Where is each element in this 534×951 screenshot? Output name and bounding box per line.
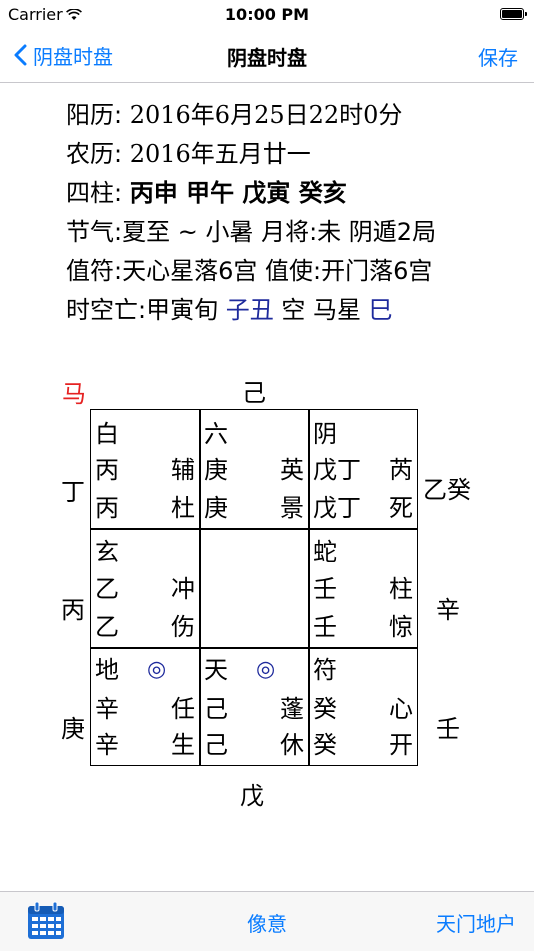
left-stem-middle: 丙: [61, 596, 85, 624]
bottom-stem: 戊: [240, 782, 264, 810]
page-title: 阴盘时盘: [227, 46, 307, 70]
palace-stem: 己: [204, 695, 228, 723]
solar-label: 阳历:: [66, 101, 130, 129]
kongwang-prefix: 时空亡:甲寅旬: [66, 296, 226, 324]
tianmen-dihu-button[interactable]: 天门地户: [436, 908, 516, 937]
save-button[interactable]: 保存: [478, 42, 518, 71]
bottom-toolbar: 像意 天门地户: [0, 891, 534, 951]
lunar-value: 2016年五月廿一: [129, 140, 311, 168]
palace-god: 玄: [95, 538, 119, 566]
solar-value: 2016年6月25日22时0分: [129, 101, 403, 129]
kongwang-value: 子丑: [225, 296, 274, 324]
chart-info: 阳历: 2016年6月25日22时0分 农历: 2016年五月廿一 四柱: 丙申…: [66, 96, 436, 330]
palace-god: 符: [313, 656, 337, 684]
palace-door: 惊: [389, 613, 413, 641]
palace-god: 天: [204, 656, 228, 684]
solar-date-row: 阳历: 2016年6月25日22时0分: [66, 96, 436, 135]
lunar-date-row: 农历: 2016年五月廿一: [66, 135, 436, 174]
palace-door: 生: [171, 731, 195, 759]
palace-stem: 辛: [95, 731, 119, 759]
palace-stem: 戊丁: [313, 456, 361, 484]
palace-stem: 辛: [95, 695, 119, 723]
clock: 10:00 PM: [224, 5, 310, 24]
maxing-value: 巳: [368, 296, 393, 324]
palace-stem: 壬: [313, 613, 337, 641]
pillars-value: 丙申 甲午 戊寅 癸亥: [129, 179, 347, 207]
grid-divider: [91, 528, 417, 530]
palace-stem: 乙: [95, 613, 119, 641]
palace-door: 死: [389, 494, 413, 522]
palace-door: 杜: [171, 494, 195, 522]
palace-stem: 己: [204, 731, 228, 759]
pillars-row: 四柱: 丙申 甲午 戊寅 癸亥: [66, 174, 436, 213]
jieqi-row: 节气:夏至 ~ 小暑 月将:未 阴遁2局: [66, 218, 437, 246]
status-bar: Carrier 10:00 PM: [0, 0, 534, 30]
horse-star-marker: 马: [62, 380, 86, 408]
right-stem-bottom: 壬: [436, 715, 460, 743]
kongwang-row: 时空亡:甲寅旬 子丑 空 马星 巳: [66, 291, 436, 330]
palace-grid: 白 丙 辅 丙 杜 六 庚 英 庚 景 阴 戊丁 芮 戊丁 死 玄 乙 冲 乙 …: [90, 409, 418, 766]
right-stem-middle: 辛: [436, 596, 460, 624]
left-stem-top: 丁: [61, 478, 85, 506]
palace-stem: 丙: [95, 494, 119, 522]
navigation-bar: 阴盘时盘 阴盘时盘 保存: [0, 30, 534, 83]
palace-star: 心: [389, 695, 413, 723]
left-stem-bottom: 庚: [61, 715, 85, 743]
palace-star: 辅: [171, 456, 195, 484]
palace-star: 芮: [389, 456, 413, 484]
palace-god: 阴: [313, 420, 337, 448]
palace-god: 蛇: [313, 538, 337, 566]
palace-door: 休: [280, 731, 304, 759]
right-stem-top: 乙癸: [423, 476, 471, 504]
palace-stem: 壬: [313, 575, 337, 603]
palace-door: 伤: [171, 613, 195, 641]
palace-star: 英: [280, 456, 304, 484]
battery-icon: [500, 8, 527, 20]
palace-door: 开: [389, 731, 413, 759]
palace-star: 任: [171, 695, 195, 723]
lunar-label: 农历:: [66, 140, 130, 168]
kongwang-mid: 空 马星: [273, 296, 369, 324]
palace-stem: 乙: [95, 575, 119, 603]
zhifu-row: 值符:天心星落6宫 值使:开门落6宫: [66, 257, 433, 285]
circle-marker-icon: ◎: [256, 657, 276, 682]
palace-stem: 癸: [313, 695, 337, 723]
palace-star: 柱: [389, 575, 413, 603]
palace-stem: 庚: [204, 456, 228, 484]
grid-divider: [308, 410, 310, 765]
top-stem: 己: [242, 379, 266, 407]
palace-star: 蓬: [280, 695, 304, 723]
pillars-label: 四柱:: [66, 179, 130, 207]
palace-door: 景: [280, 494, 304, 522]
palace-star: 冲: [171, 575, 195, 603]
circle-marker-icon: ◎: [147, 657, 167, 682]
grid-divider: [91, 647, 417, 649]
palace-stem: 丙: [95, 456, 119, 484]
palace-stem: 庚: [204, 494, 228, 522]
grid-divider: [199, 410, 201, 765]
palace-god: 白: [95, 420, 119, 448]
palace-god: 六: [204, 420, 228, 448]
palace-stem: 戊丁: [313, 494, 361, 522]
palace-stem: 癸: [313, 731, 337, 759]
palace-god: 地: [95, 656, 119, 684]
